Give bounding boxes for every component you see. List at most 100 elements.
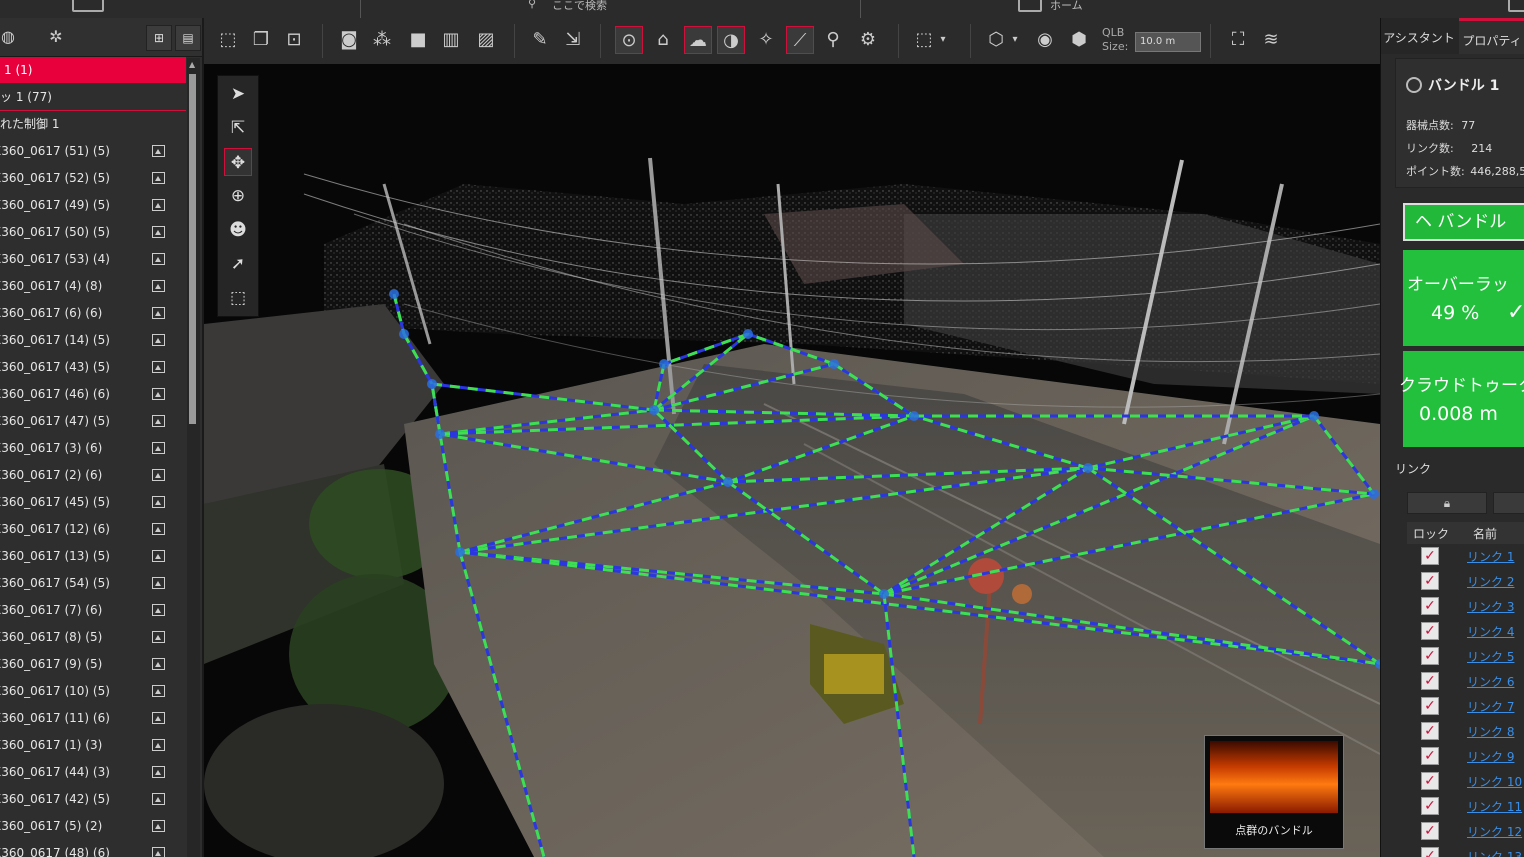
image-icon[interactable] [152,523,165,535]
link-name[interactable]: リンク 4 [1467,623,1514,640]
setup-node[interactable] [1309,411,1319,421]
globe-icon[interactable]: ◍ [0,27,18,47]
lock-checkbox[interactable]: ✓ [1421,822,1439,840]
fly-icon[interactable]: ➚ [224,250,252,278]
cube-view-icon[interactable]: ⬚ [224,284,252,312]
setup-list-item[interactable]: X360_0617 (48) (6) [0,840,186,857]
point-cloud-viewport[interactable]: ➤ ⇱ ✥ ⊕ ☻ ➚ ⬚ 点群のバンドル [204,64,1380,857]
measure-icon[interactable]: ✎ [526,26,554,54]
tab-assistant[interactable]: アシスタント [1381,18,1457,54]
setup-list-item[interactable]: X360_0617 (50) (5) [0,219,186,246]
tree-scrollbar[interactable]: ▲ [187,58,200,857]
panorama-icon[interactable]: ▥ [437,26,465,54]
image-icon[interactable] [152,631,165,643]
lock-checkbox[interactable]: ✓ [1421,647,1439,665]
setup-list-item[interactable]: X360_0617 (45) (5) [0,489,186,516]
setup-list-item[interactable]: X360_0617 (43) (5) [0,354,186,381]
cloud-icon[interactable]: ☁ [684,26,712,54]
square-icon[interactable]: ■ [404,26,432,54]
select-region-icon[interactable]: ⬚ [214,26,242,54]
image-icon[interactable] [152,766,165,778]
image-icon[interactable] [152,280,165,292]
setup-node[interactable] [1369,489,1379,499]
link-name[interactable]: リンク 6 [1467,673,1514,690]
zoom-fit-icon[interactable]: ⊡ [280,26,308,54]
link-name[interactable]: リンク 11 [1467,798,1522,815]
setup-list-item[interactable]: X360_0617 (12) (6) [0,516,186,543]
setup-node[interactable] [723,477,733,487]
map-pin-icon[interactable]: ⛶ [1224,26,1252,54]
lock-checkbox[interactable]: ✓ [1421,747,1439,765]
scroll-up-icon[interactable]: ▲ [189,60,195,69]
setup-node[interactable] [659,359,669,369]
tree-item-control[interactable]: れた制御 1 [0,111,186,137]
link-name[interactable]: リンク 5 [1467,648,1514,665]
setup-node[interactable] [435,429,445,439]
lock-checkbox[interactable]: ✓ [1421,622,1439,640]
link-name[interactable]: リンク 1 [1467,548,1514,565]
setup-list-item[interactable]: X360_0617 (54) (5) [0,570,186,597]
link-row[interactable]: ✓ リンク 2 [1407,569,1524,594]
link-row[interactable]: ✓ リンク 13 [1407,844,1524,857]
image-icon[interactable] [152,172,165,184]
setup-list-item[interactable]: X360_0617 (13) (5) [0,543,186,570]
setup-list-item[interactable]: X360_0617 (11) (6) [0,705,186,732]
setup-list-item[interactable]: X360_0617 (52) (5) [0,165,186,192]
image-icon[interactable] [152,469,165,481]
link-name[interactable]: リンク 7 [1467,698,1514,715]
setup-node[interactable] [909,411,919,421]
link-row[interactable]: ✓ リンク 11 [1407,794,1524,819]
setup-node[interactable] [743,329,753,339]
lock-checkbox[interactable]: ✓ [1421,672,1439,690]
image-icon[interactable] [152,388,165,400]
image-icon[interactable] [152,496,165,508]
setup-list-item[interactable]: X360_0617 (3) (6) [0,435,186,462]
lock-checkbox[interactable]: ✓ [1421,572,1439,590]
image-icon[interactable] [152,712,165,724]
image-icon[interactable] [152,334,165,346]
setup-list-item[interactable]: X360_0617 (53) (4) [0,246,186,273]
setup-list-item[interactable]: X360_0617 (8) (5) [0,624,186,651]
lock-link-button[interactable]: 🔒︎ [1407,492,1487,514]
link-name[interactable]: リンク 3 [1467,598,1514,615]
overview-minimap[interactable]: 点群のバンドル [1204,735,1344,849]
setup-list-item[interactable]: X360_0617 (47) (5) [0,408,186,435]
home-icon[interactable] [72,0,104,12]
link-measure-icon[interactable]: ⟋ [786,26,814,54]
cube-icon[interactable]: ⬡ [982,26,1010,54]
cube-m-icon[interactable]: ⬢ [1065,26,1093,54]
setup-node[interactable] [1083,463,1093,473]
setup-node[interactable] [649,405,659,415]
setup-list-item[interactable]: X360_0617 (42) (5) [0,786,186,813]
bundle-button[interactable]: ヘ バンドル [1403,203,1524,241]
image-icon[interactable] [152,361,165,373]
setup-node[interactable] [427,379,437,389]
setup-list-item[interactable]: X360_0617 (7) (6) [0,597,186,624]
image-icon[interactable] [152,253,165,265]
box-select-icon[interactable]: ⬚ [910,26,938,54]
setup-list-item[interactable]: X360_0617 (10) (5) [0,678,186,705]
setup-list-item[interactable]: X360_0617 (6) (6) [0,300,186,327]
image-icon[interactable]: ▨ [472,26,500,54]
image-icon[interactable] [152,415,165,427]
multi-select-icon[interactable]: ⇱ [224,114,252,142]
image-icon[interactable] [152,739,165,751]
setup-node[interactable] [455,547,465,557]
target-circle-icon[interactable]: ⊙ [615,26,643,54]
chevron-down-icon[interactable]: ▾ [1010,26,1020,54]
add-bundle-button[interactable]: ⊞ [146,25,172,51]
tag-icon[interactable]: ⌂ [649,26,677,54]
search-label[interactable]: ここで検索 [552,0,607,13]
image-icon[interactable] [152,604,165,616]
setup-list-item[interactable]: X360_0617 (5) (2) [0,813,186,840]
copy-window-icon[interactable]: ❐ [247,26,275,54]
setup-list-item[interactable]: X360_0617 (46) (6) [0,381,186,408]
link-row[interactable]: ✓ リンク 9 [1407,744,1524,769]
vertex-icon[interactable]: ✧ [752,26,780,54]
bundle-options-button[interactable]: ▤ [175,25,201,51]
camera-icon[interactable]: ◙ [335,26,363,54]
qlb-size-input[interactable]: 10.0 m [1135,32,1201,52]
setup-list-item[interactable]: X360_0617 (4) (8) [0,273,186,300]
window-icon[interactable] [1018,0,1042,12]
setup-node[interactable] [829,359,839,369]
